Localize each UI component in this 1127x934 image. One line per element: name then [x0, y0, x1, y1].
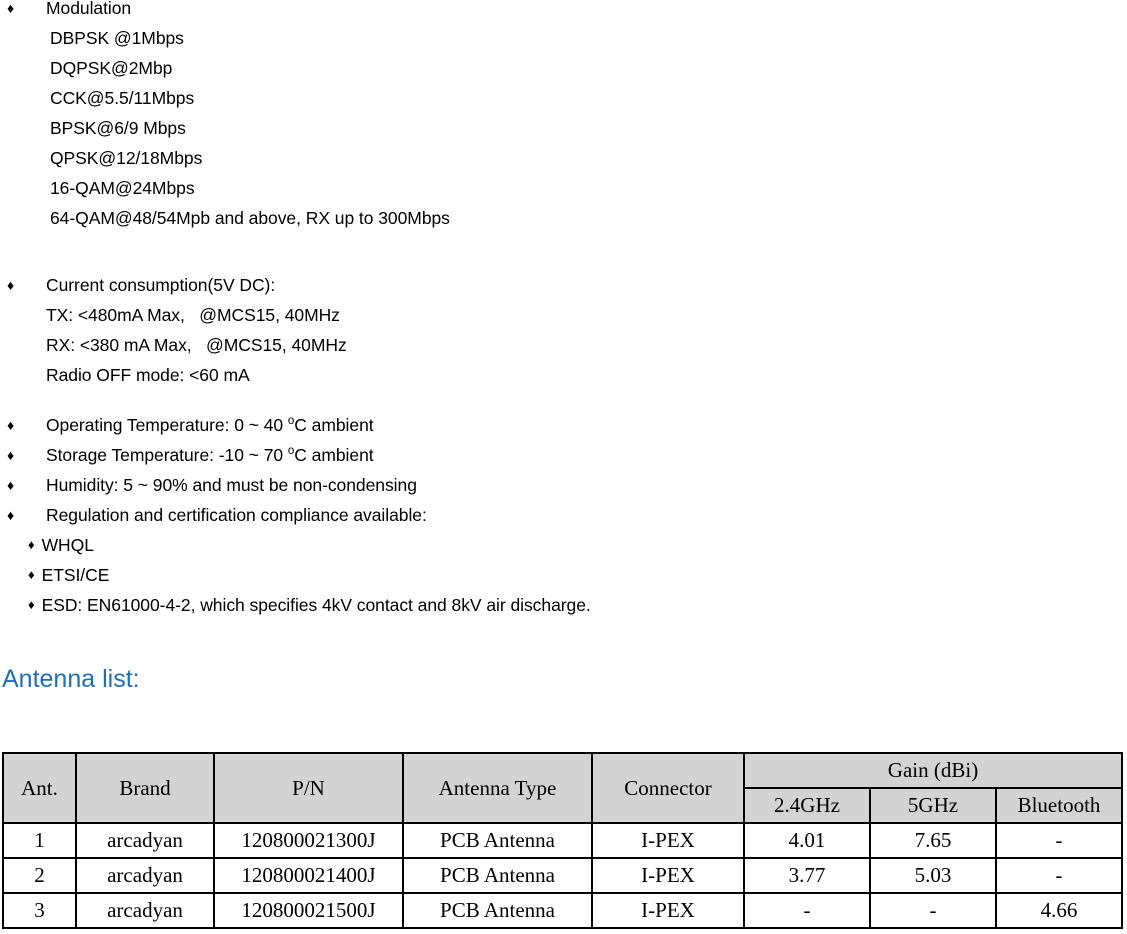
cell-gain-5ghz: 7.65	[869, 822, 997, 859]
certification-item: ♦ ETSI/CE	[0, 560, 1127, 590]
regulation-text: Regulation and certification compliance …	[46, 505, 427, 525]
column-header-connector: Connector	[591, 752, 745, 824]
humidity-bullet: ♦ Humidity: 5 ~ 90% and must be non-cond…	[0, 470, 1127, 500]
cell-brand: arcadyan	[75, 822, 215, 859]
table-row: 1 arcadyan 120800021300J PCB Antenna I-P…	[2, 822, 1123, 859]
column-header-antenna-type: Antenna Type	[402, 752, 593, 824]
cell-ant: 3	[2, 892, 77, 929]
cell-gain-2-4ghz: 4.01	[743, 822, 871, 859]
current-consumption-line: TX: <480mA Max, @MCS15, 40MHz	[46, 305, 340, 325]
storage-temperature-text: Storage Temperature: -10 ~ 70 oC ambient	[46, 440, 1127, 470]
cell-gain-2-4ghz: 3.77	[743, 857, 871, 894]
cell-gain-2-4ghz: -	[743, 892, 871, 929]
cell-brand: arcadyan	[75, 892, 215, 929]
diamond-bullet-icon: ♦	[7, 447, 15, 463]
diamond-bullet-icon: ♦	[7, 0, 15, 16]
storage-temperature-unit: C ambient	[294, 445, 374, 465]
storage-temperature-bullet: ♦ Storage Temperature: -10 ~ 70 oC ambie…	[0, 440, 1127, 470]
modulation-bullet: ♦ Modulation	[0, 0, 1127, 23]
current-consumption-section: ♦ Current consumption(5V DC): TX: <480mA…	[0, 270, 1127, 390]
environment-section: ♦ Operating Temperature: 0 ~ 40 oC ambie…	[0, 410, 1127, 620]
antenna-table-container: Ant. Brand P/N Antenna Type Connector Ga…	[2, 752, 1123, 929]
diamond-bullet-icon: ♦	[7, 477, 15, 493]
operating-temperature-bullet: ♦ Operating Temperature: 0 ~ 40 oC ambie…	[0, 410, 1127, 440]
humidity-text: Humidity: 5 ~ 90% and must be non-conden…	[46, 475, 417, 495]
diamond-bullet-icon: ♦	[7, 507, 15, 523]
modulation-line: 64-QAM@48/54Mpb and above, RX up to 300M…	[50, 208, 450, 228]
cell-antenna-type: PCB Antenna	[402, 892, 593, 929]
table-row: 2 arcadyan 120800021400J PCB Antenna I-P…	[2, 857, 1123, 894]
column-header-brand: Brand	[75, 752, 215, 824]
current-consumption-line: RX: <380 mA Max, @MCS15, 40MHz	[46, 335, 347, 355]
modulation-label: Modulation	[46, 0, 132, 18]
antenna-table-body: 1 arcadyan 120800021300J PCB Antenna I-P…	[2, 822, 1123, 929]
cell-antenna-type: PCB Antenna	[402, 822, 593, 859]
cell-connector: I-PEX	[591, 892, 745, 929]
cell-gain-bluetooth: -	[995, 857, 1123, 894]
cell-ant: 1	[2, 822, 77, 859]
cell-pn: 120800021300J	[213, 822, 404, 859]
column-header-ant: Ant.	[2, 752, 77, 824]
modulation-line: DBPSK @1Mbps	[50, 28, 184, 48]
storage-temperature-value: Storage Temperature: -10 ~ 70	[46, 445, 288, 465]
cell-gain-bluetooth: -	[995, 822, 1123, 859]
certification-label: WHQL	[41, 535, 94, 555]
current-consumption-line: Radio OFF mode: <60 mA	[46, 365, 250, 385]
column-header-gain-2-4ghz: 2.4GHz	[743, 787, 871, 824]
cell-pn: 120800021500J	[213, 892, 404, 929]
regulation-bullet: ♦ Regulation and certification complianc…	[0, 500, 1127, 530]
certification-label: ESD: EN61000-4-2, which specifies 4kV co…	[41, 595, 591, 615]
current-consumption-label: Current consumption(5V DC):	[46, 275, 276, 295]
cell-pn: 120800021400J	[213, 857, 404, 894]
cell-gain-bluetooth: 4.66	[995, 892, 1123, 929]
cell-gain-5ghz: 5.03	[869, 857, 997, 894]
certification-item: ♦ WHQL	[0, 530, 1127, 560]
diamond-bullet-icon: ♦	[7, 417, 15, 433]
antenna-table: Ant. Brand P/N Antenna Type Connector Ga…	[2, 752, 1123, 929]
cell-gain-5ghz: -	[869, 892, 997, 929]
column-header-gain-5ghz: 5GHz	[869, 787, 997, 824]
diamond-bullet-icon: ♦	[28, 537, 35, 552]
modulation-line: CCK@5.5/11Mbps	[50, 88, 195, 108]
cell-ant: 2	[2, 857, 77, 894]
diamond-bullet-icon: ♦	[28, 567, 35, 582]
current-consumption-bullet: ♦ Current consumption(5V DC):	[0, 270, 1127, 300]
column-header-pn: P/N	[213, 752, 404, 824]
cell-antenna-type: PCB Antenna	[402, 857, 593, 894]
certification-label: ETSI/CE	[41, 565, 110, 585]
column-header-gain-bluetooth: Bluetooth	[995, 787, 1123, 824]
modulation-line: DQPSK@2Mbp	[50, 58, 173, 78]
modulation-line: BPSK@6/9 Mbps	[50, 118, 186, 138]
table-row: 3 arcadyan 120800021500J PCB Antenna I-P…	[2, 892, 1123, 929]
cell-brand: arcadyan	[75, 857, 215, 894]
operating-temperature-text: Operating Temperature: 0 ~ 40 oC ambient	[46, 410, 1127, 440]
table-header-row-primary: Ant. Brand P/N Antenna Type Connector Ga…	[2, 752, 1123, 824]
antenna-list-heading: Antenna list:	[2, 665, 140, 693]
diamond-bullet-icon: ♦	[28, 597, 35, 612]
modulation-line: QPSK@12/18Mbps	[50, 148, 203, 168]
modulation-section: ♦ Modulation DBPSK @1Mbps DQPSK@2Mbp CCK…	[0, 0, 1127, 233]
modulation-line: 16-QAM@24Mbps	[50, 178, 195, 198]
operating-temperature-unit: C ambient	[294, 415, 374, 435]
cell-connector: I-PEX	[591, 822, 745, 859]
antenna-table-header: Ant. Brand P/N Antenna Type Connector Ga…	[2, 752, 1123, 824]
certification-item: ♦ ESD: EN61000-4-2, which specifies 4kV …	[0, 590, 1127, 620]
diamond-bullet-icon: ♦	[7, 277, 15, 293]
cell-connector: I-PEX	[591, 857, 745, 894]
operating-temperature-value: Operating Temperature: 0 ~ 40	[46, 415, 288, 435]
column-header-gain-group: Gain (dBi)	[743, 752, 1123, 789]
